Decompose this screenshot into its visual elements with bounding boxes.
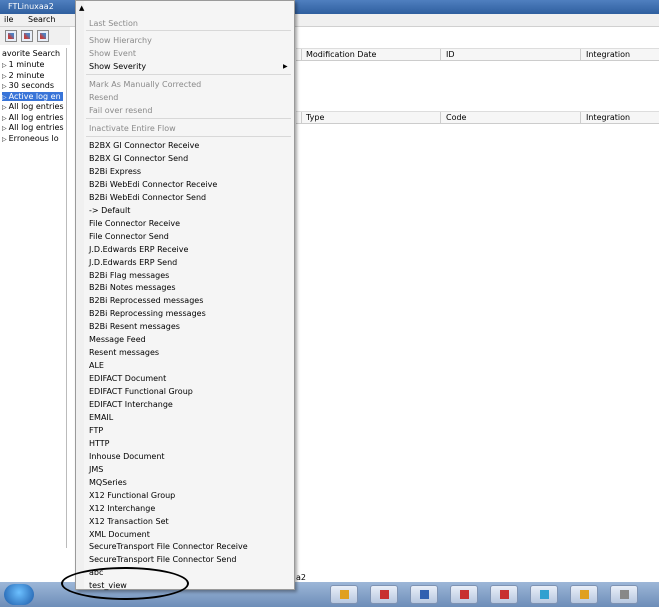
favorite-search-item[interactable]: ▷ Active log en bbox=[2, 91, 63, 101]
col-integration[interactable]: Integration bbox=[586, 50, 630, 59]
menu-item-flow[interactable]: B2BX GI Connector Send bbox=[89, 154, 188, 163]
menu-item-flow[interactable]: SecureTransport File Connector Send bbox=[89, 555, 236, 564]
menu-item-flow[interactable]: JMS bbox=[89, 465, 103, 474]
col-type[interactable]: Type bbox=[306, 113, 324, 122]
menu-search[interactable]: Search bbox=[28, 15, 55, 24]
toolbar bbox=[0, 27, 70, 45]
status-text: a2 bbox=[296, 573, 306, 582]
favorite-search-item[interactable]: ▷ 30 seconds bbox=[2, 81, 54, 90]
menu-item[interactable]: Mark As Manually Corrected bbox=[89, 80, 201, 89]
menu-item-flow[interactable]: B2BX GI Connector Receive bbox=[89, 141, 199, 150]
menu-item-flow[interactable]: File Connector Receive bbox=[89, 219, 180, 228]
expand-icon[interactable]: ▷ bbox=[2, 125, 7, 132]
taskbar-app-icon[interactable] bbox=[370, 585, 398, 604]
menu-item-flow[interactable]: J.D.Edwards ERP Receive bbox=[89, 245, 188, 254]
menu-item-flow[interactable]: B2Bi Reprocessed messages bbox=[89, 296, 203, 305]
context-menu: ▲ Last Section Show Hierarchy Show Event Sh… bbox=[75, 0, 295, 590]
expand-icon[interactable]: ▷ bbox=[2, 94, 7, 101]
menu-item-flow[interactable]: EDIFACT Interchange bbox=[89, 400, 173, 409]
menu-item-flow[interactable]: B2Bi WebEdi Connector Send bbox=[89, 193, 206, 202]
menu-item-flow[interactable]: Resent messages bbox=[89, 348, 159, 357]
expand-icon[interactable]: ▷ bbox=[2, 73, 7, 80]
menu-file[interactable]: ile bbox=[4, 15, 13, 24]
toolbar-delete-icon[interactable] bbox=[37, 30, 49, 42]
favorite-search-item[interactable]: ▷ All log entries bbox=[2, 123, 64, 132]
menu-item-flow[interactable]: B2Bi Resent messages bbox=[89, 322, 180, 331]
menu-item-flow[interactable]: File Connector Send bbox=[89, 232, 169, 241]
menu-item-flow[interactable]: SecureTransport File Connector Receive bbox=[89, 542, 248, 551]
menu-item-flow[interactable]: ALE bbox=[89, 361, 104, 370]
menu-item-flow[interactable]: EDIFACT Document bbox=[89, 374, 166, 383]
expand-icon[interactable]: ▷ bbox=[2, 136, 7, 143]
menu-item-flow[interactable]: B2Bi Notes messages bbox=[89, 283, 176, 292]
taskbar-app-icon[interactable] bbox=[610, 585, 638, 604]
menu-item-flow[interactable]: B2Bi Express bbox=[89, 167, 141, 176]
menu-item-flow[interactable]: EDIFACT Functional Group bbox=[89, 387, 193, 396]
menu-item[interactable]: Show Severity bbox=[89, 62, 146, 71]
col-integration-2[interactable]: Integration bbox=[586, 113, 630, 122]
taskbar-app-icon[interactable] bbox=[490, 585, 518, 604]
menu-item-flow[interactable]: XML Document bbox=[89, 530, 150, 539]
favorite-search-item[interactable]: ▷ Erroneous lo bbox=[2, 134, 59, 143]
col-code[interactable]: Code bbox=[446, 113, 466, 122]
menu-item-flow[interactable]: HTTP bbox=[89, 439, 109, 448]
favorite-search-header: avorite Search bbox=[2, 49, 61, 58]
taskbar-app-icon[interactable] bbox=[450, 585, 478, 604]
favorite-search-item[interactable]: ▷ All log entries bbox=[2, 102, 64, 111]
favorite-search-item[interactable]: ▷ 2 minute bbox=[2, 71, 44, 80]
menu-item-flow[interactable]: B2Bi WebEdi Connector Receive bbox=[89, 180, 217, 189]
menu-separator bbox=[86, 136, 291, 137]
menu-item[interactable]: Fail over resend bbox=[89, 106, 152, 115]
windows-start-icon[interactable] bbox=[4, 584, 34, 605]
menu-item-flow[interactable]: J.D.Edwards ERP Send bbox=[89, 258, 177, 267]
menu-item[interactable]: Last Section bbox=[89, 19, 138, 28]
menu-item-flow[interactable]: X12 Transaction Set bbox=[89, 517, 169, 526]
menu-item[interactable]: Inactivate Entire Flow bbox=[89, 124, 176, 133]
favorite-search-item[interactable]: ▷ All log entries bbox=[2, 113, 64, 122]
menu-separator bbox=[86, 118, 291, 119]
menu-item-flow[interactable]: X12 Functional Group bbox=[89, 491, 175, 500]
menu-separator bbox=[86, 74, 291, 75]
menu-item-flow[interactable]: B2Bi Flag messages bbox=[89, 271, 169, 280]
menu-item-flow[interactable]: MQSeries bbox=[89, 478, 127, 487]
chevron-right-icon: ▶ bbox=[283, 63, 288, 70]
menu-item-flow[interactable]: Message Feed bbox=[89, 335, 146, 344]
favorite-search-panel: avorite Search ▷ 1 minute ▷ 2 minute ▷ 30 sec… bbox=[0, 48, 67, 548]
scroll-up-icon[interactable]: ▲ bbox=[79, 4, 84, 12]
expand-icon[interactable]: ▷ bbox=[2, 83, 7, 90]
favorite-search-item[interactable]: ▷ 1 minute bbox=[2, 60, 44, 69]
taskbar-app-icon[interactable] bbox=[410, 585, 438, 604]
menu-item-flow[interactable]: EMAIL bbox=[89, 413, 113, 422]
taskbar-app-icon[interactable] bbox=[570, 585, 598, 604]
menu-item[interactable]: Show Event bbox=[89, 49, 136, 58]
highlight-oval bbox=[61, 567, 189, 600]
expand-icon[interactable]: ▷ bbox=[2, 104, 7, 111]
menu-item-flow[interactable]: Inhouse Document bbox=[89, 452, 165, 461]
menu-item-flow[interactable]: B2Bi Reprocessing messages bbox=[89, 309, 206, 318]
menu-separator bbox=[86, 30, 291, 31]
taskbar-app-icon[interactable] bbox=[530, 585, 558, 604]
toolbar-refresh-icon[interactable] bbox=[5, 30, 17, 42]
menu-item-flow[interactable]: -> Default bbox=[89, 206, 130, 215]
col-id[interactable]: ID bbox=[446, 50, 455, 59]
taskbar-app-icon[interactable] bbox=[330, 585, 358, 604]
expand-icon[interactable]: ▷ bbox=[2, 62, 7, 69]
toolbar-filter-icon[interactable] bbox=[21, 30, 33, 42]
expand-icon[interactable]: ▷ bbox=[2, 115, 7, 122]
menu-item-flow[interactable]: FTP bbox=[89, 426, 103, 435]
top-table-header: Modification Date ID Integration bbox=[296, 48, 659, 61]
menu-item[interactable]: Resend bbox=[89, 93, 118, 102]
bottom-table-header: Type Code Integration bbox=[296, 111, 659, 124]
menu-item[interactable]: Show Hierarchy bbox=[89, 36, 152, 45]
col-modification-date[interactable]: Modification Date bbox=[306, 50, 376, 59]
menu-item-flow[interactable]: X12 Interchange bbox=[89, 504, 155, 513]
window-title: FTLinuxaa2 bbox=[8, 2, 54, 11]
